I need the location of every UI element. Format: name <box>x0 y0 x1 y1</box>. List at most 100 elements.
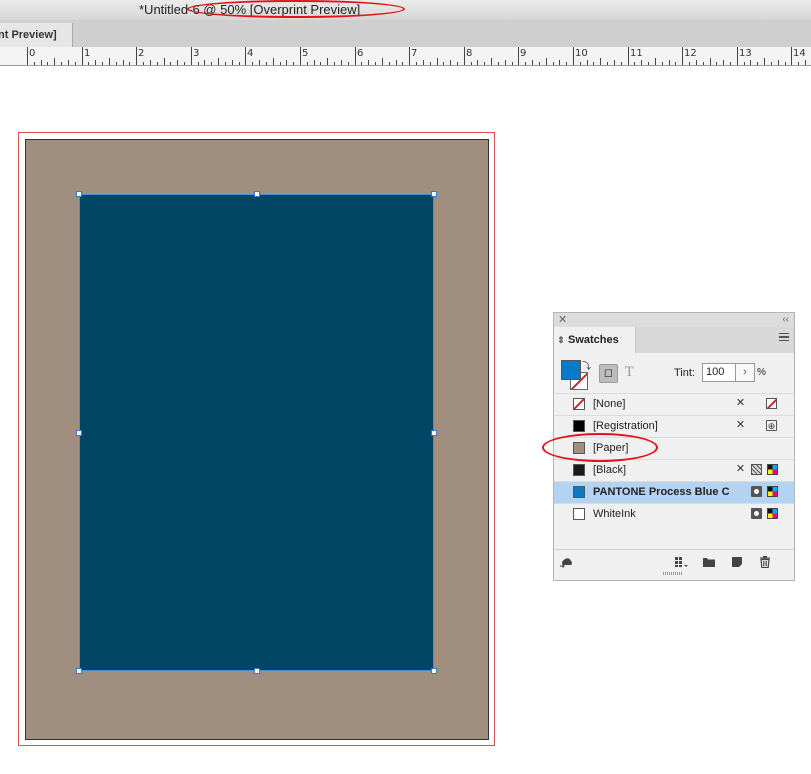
ruler-tick <box>361 62 362 65</box>
ruler-tick <box>259 60 260 65</box>
ruler-tick <box>402 62 403 65</box>
ruler-tick <box>634 62 635 65</box>
swatch-name: [Registration] <box>593 420 658 432</box>
ruler-label: 9 <box>520 48 527 59</box>
handle-top-left[interactable] <box>76 191 82 197</box>
ruler-tick <box>348 62 349 65</box>
ruler-tick <box>566 62 567 65</box>
swatch-chip <box>573 464 585 476</box>
handle-bottom-center[interactable] <box>254 668 260 674</box>
ruler-tick <box>150 60 151 65</box>
edit-disabled-icon: ✕ <box>735 397 746 409</box>
horizontal-ruler[interactable]: 0 1 2 3 4 5 6 7 8 9 10 11 12 13 14 <box>0 47 811 66</box>
ruler-tick <box>750 60 751 65</box>
formatting-affects-text-button[interactable]: T <box>625 365 634 380</box>
ruler-tick <box>252 62 253 65</box>
ruler-tick <box>47 62 48 65</box>
ruler-tick <box>689 62 690 65</box>
ruler-tick <box>703 62 704 65</box>
ruler-tick <box>710 58 711 65</box>
ruler-tick <box>443 62 444 65</box>
formatting-affects-container-button[interactable]: ◻ <box>599 364 618 383</box>
ruler-tick <box>389 62 390 65</box>
new-swatch-icon[interactable] <box>730 556 744 568</box>
handle-bottom-left[interactable] <box>76 668 82 674</box>
swatch-chip <box>573 398 585 410</box>
swatches-tab-label: Swatches <box>568 334 619 346</box>
collapse-icon[interactable]: ‹‹ <box>782 313 789 326</box>
ruler-tick <box>484 62 485 65</box>
tint-percent-label: % <box>757 367 766 378</box>
swatch-row-pantone-process-blue[interactable]: PANTONE Process Blue C <box>554 481 794 503</box>
handle-bottom-right[interactable] <box>431 668 437 674</box>
ruler-tick <box>307 62 308 65</box>
tint-label: Tint: <box>674 367 695 379</box>
swatch-row-whiteink[interactable]: WhiteInk <box>554 503 794 525</box>
ruler-tick <box>184 62 185 65</box>
ruler-tick <box>170 62 171 65</box>
handle-top-center[interactable] <box>254 191 260 197</box>
ruler-tick <box>491 58 492 65</box>
ruler-tick <box>532 60 533 65</box>
ruler-tick <box>266 62 267 65</box>
document-tab[interactable]: nt Preview] <box>0 23 73 47</box>
ruler-tick <box>628 47 629 65</box>
ruler-tick <box>662 62 663 65</box>
ruler-tick <box>682 47 683 65</box>
ruler-tick <box>498 62 499 65</box>
panel-menu-icon[interactable] <box>779 333 789 341</box>
ruler-tick <box>525 62 526 65</box>
selected-rectangle[interactable] <box>79 194 434 671</box>
title-annotation-ellipse <box>187 0 405 18</box>
ruler-tick <box>320 62 321 65</box>
ruler-tick <box>286 60 287 65</box>
ruler-tick <box>88 62 89 65</box>
ruler-tick <box>723 60 724 65</box>
tint-arrow-button[interactable]: › <box>736 363 755 382</box>
ruler-label: 11 <box>630 48 643 59</box>
ruler-label: 2 <box>138 48 145 59</box>
swatch-chip <box>573 508 585 520</box>
handle-top-right[interactable] <box>431 191 437 197</box>
ruler-tick <box>280 62 281 65</box>
ruler-tick <box>327 58 328 65</box>
swap-fill-stroke-icon[interactable]: ⤵ <box>582 359 591 372</box>
swatches-tab[interactable]: ⇕ Swatches <box>554 327 636 353</box>
ruler-tick <box>61 62 62 65</box>
swatch-name: [None] <box>593 398 626 410</box>
ruler-tick <box>744 62 745 65</box>
ruler-tick <box>559 60 560 65</box>
handle-middle-right[interactable] <box>431 430 437 436</box>
delete-swatch-icon[interactable] <box>758 556 772 568</box>
edit-disabled-icon: ✕ <box>735 463 746 475</box>
ruler-tick <box>798 62 799 65</box>
ruler-tick <box>136 47 137 65</box>
ruler-tick <box>764 58 765 65</box>
cc-libraries-icon[interactable] <box>560 556 574 568</box>
close-icon[interactable]: ✕ <box>558 313 567 327</box>
ruler-tick <box>785 62 786 65</box>
ruler-tick <box>34 62 35 65</box>
panel-resize-grip[interactable] <box>663 572 683 575</box>
cmyk-icon <box>767 508 778 519</box>
fill-swatch[interactable] <box>561 360 581 380</box>
updown-arrows-icon: ⇕ <box>557 335 565 345</box>
none-icon <box>766 398 777 409</box>
show-swatch-kinds-icon[interactable] <box>674 556 688 568</box>
ruler-label: 14 <box>793 48 806 59</box>
ruler-label: 0 <box>29 48 36 59</box>
swatch-row-none[interactable]: [None] ✕ <box>554 393 794 415</box>
swatch-row-black[interactable]: [Black] ✕ <box>554 459 794 481</box>
new-color-group-icon[interactable] <box>702 556 716 568</box>
ruler-tick <box>416 62 417 65</box>
ruler-tick <box>355 47 356 65</box>
ruler-tick <box>95 60 96 65</box>
handle-middle-left[interactable] <box>76 430 82 436</box>
ruler-tick <box>382 58 383 65</box>
ruler-tick <box>614 60 615 65</box>
ruler-label: 7 <box>411 48 418 59</box>
ruler-tick <box>225 62 226 65</box>
tint-input[interactable]: 100 <box>702 363 736 382</box>
panel-footer <box>554 549 794 576</box>
panel-header: ✕ ‹‹ <box>554 313 794 328</box>
